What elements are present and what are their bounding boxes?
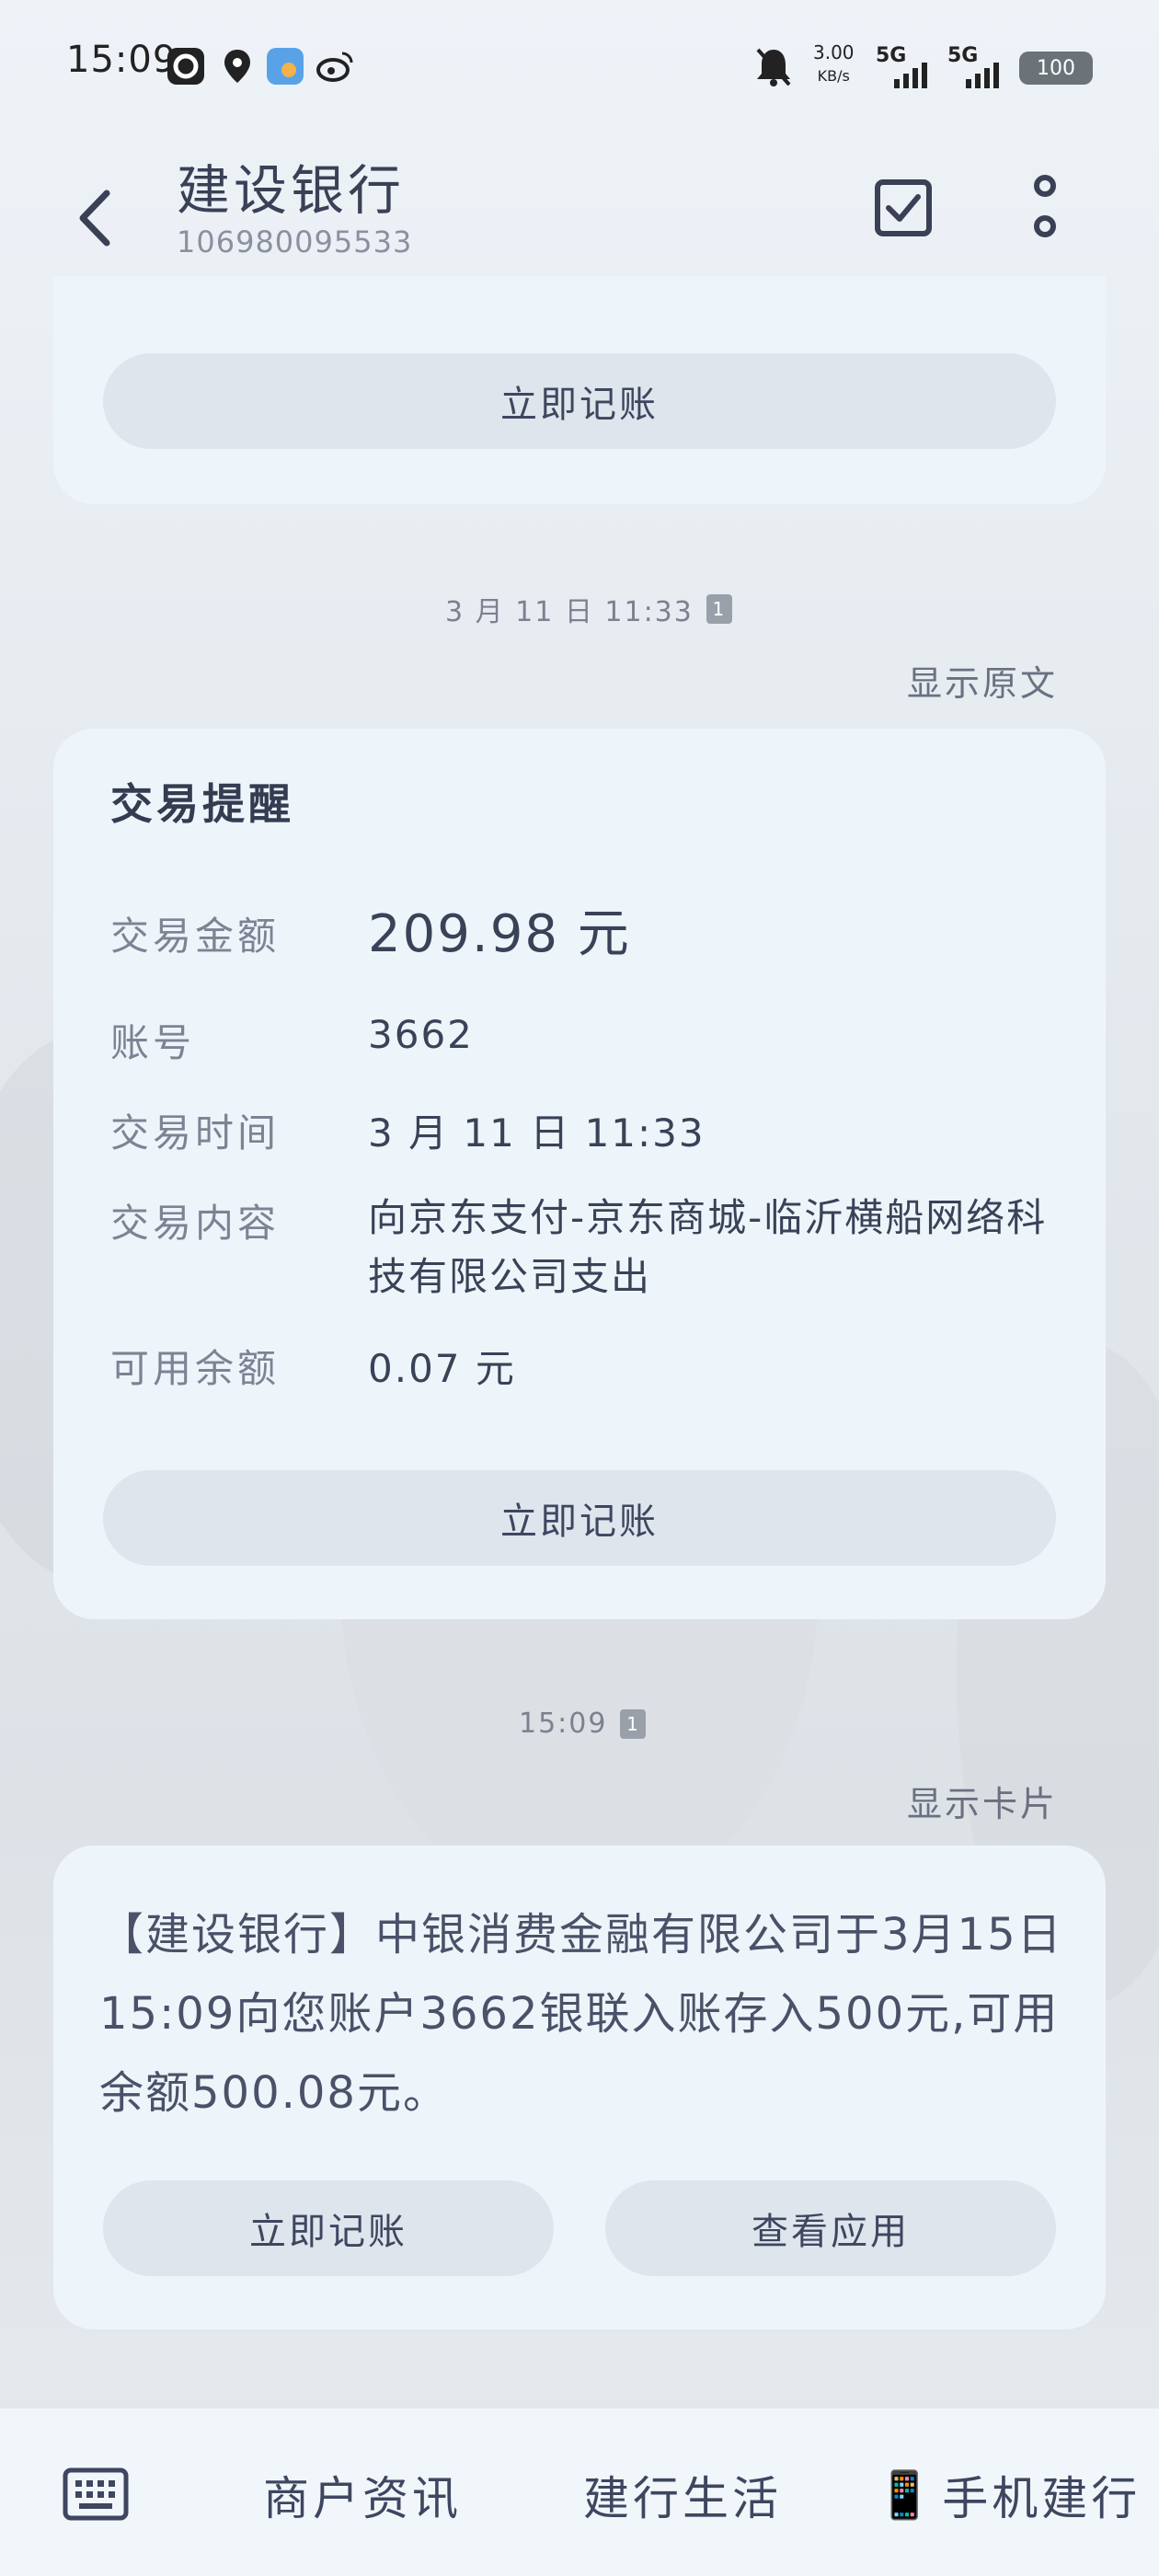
show-original-link[interactable]: 显示原文 bbox=[907, 655, 1058, 706]
location-icon bbox=[224, 50, 250, 83]
mobile-phone-icon: 📱 bbox=[876, 2467, 937, 2522]
row-label-account: 账号 bbox=[110, 1020, 196, 1065]
row-value-content: 向京东支付-京东商城-临沂横船网络科技有限公司支出 bbox=[368, 1195, 1048, 1299]
view-app-button[interactable]: 查看应用 bbox=[605, 2180, 1056, 2276]
select-checkbox-icon[interactable] bbox=[872, 177, 935, 239]
row-label-amount: 交易金额 bbox=[110, 914, 281, 959]
menu-mobile-ccb-label: 手机建行 bbox=[942, 2472, 1142, 2525]
status-time: 15:09 bbox=[66, 39, 178, 81]
row-label-time: 交易时间 bbox=[110, 1110, 281, 1156]
signal-bars-1-icon bbox=[894, 63, 927, 88]
menu-mobile-ccb[interactable]: 📱 手机建行 bbox=[876, 2462, 1141, 2528]
record-now-button[interactable]: 立即记账 bbox=[103, 1470, 1056, 1566]
back-arrow-icon[interactable] bbox=[70, 177, 125, 259]
conversation-header: 建设银行 106980095533 bbox=[0, 138, 1159, 294]
row-label-balance: 可用余额 bbox=[110, 1346, 281, 1391]
menu-ccb-life[interactable]: 建行生活 bbox=[583, 2462, 782, 2528]
contact-number: 106980095533 bbox=[177, 224, 413, 259]
signal-bars-2-icon bbox=[966, 63, 999, 88]
record-now-button[interactable]: 立即记账 bbox=[103, 353, 1056, 449]
contact-name: 建设银行 bbox=[177, 159, 406, 222]
card-title: 交易提醒 bbox=[110, 779, 294, 829]
network-speed: 3.00 KB/s bbox=[813, 41, 855, 85]
app-notification-icon bbox=[167, 48, 204, 85]
row-value-amount: 209.98 元 bbox=[368, 904, 631, 964]
message-timestamp: 15:09 1 bbox=[519, 1708, 647, 1740]
message-timestamp: 3 月 11 日 11:33 1 bbox=[445, 589, 732, 629]
timestamp-text: 15:09 bbox=[519, 1708, 608, 1740]
record-now-button[interactable]: 立即记账 bbox=[103, 2180, 554, 2276]
show-card-link[interactable]: 显示卡片 bbox=[907, 1776, 1058, 1826]
row-label-content: 交易内容 bbox=[110, 1201, 281, 1246]
sms-message-text: 【建设银行】中银消费金融有限公司于3月15日15:09向您账户3662银联入账存… bbox=[99, 1909, 1063, 2119]
previous-message-card: 立即记账 bbox=[53, 276, 1106, 504]
row-value-account: 3662 bbox=[368, 1012, 474, 1057]
row-value-balance: 0.07 元 bbox=[368, 1346, 516, 1391]
timestamp-text: 3 月 11 日 11:33 bbox=[445, 596, 694, 628]
weibo-icon bbox=[316, 52, 353, 82]
more-options-icon[interactable] bbox=[1016, 175, 1074, 245]
battery-level: 100 bbox=[1037, 56, 1075, 80]
keyboard-icon[interactable] bbox=[63, 2467, 129, 2521]
row-value-time: 3 月 11 日 11:33 bbox=[368, 1110, 706, 1156]
battery-indicator: 100 bbox=[1019, 52, 1093, 85]
menu-merchant-info[interactable]: 商户资讯 bbox=[263, 2462, 462, 2528]
sim-card-icon: 1 bbox=[706, 594, 732, 624]
mute-bell-icon bbox=[756, 48, 791, 86]
sim-card-icon: 1 bbox=[620, 1708, 647, 1739]
status-bar: 15:09 3.00 KB/s 5G 5G 100 bbox=[0, 0, 1159, 138]
bottom-menu-bar: 商户资讯 建行生活 📱 手机建行 bbox=[0, 2409, 1159, 2576]
app-icon-blue bbox=[267, 48, 304, 85]
